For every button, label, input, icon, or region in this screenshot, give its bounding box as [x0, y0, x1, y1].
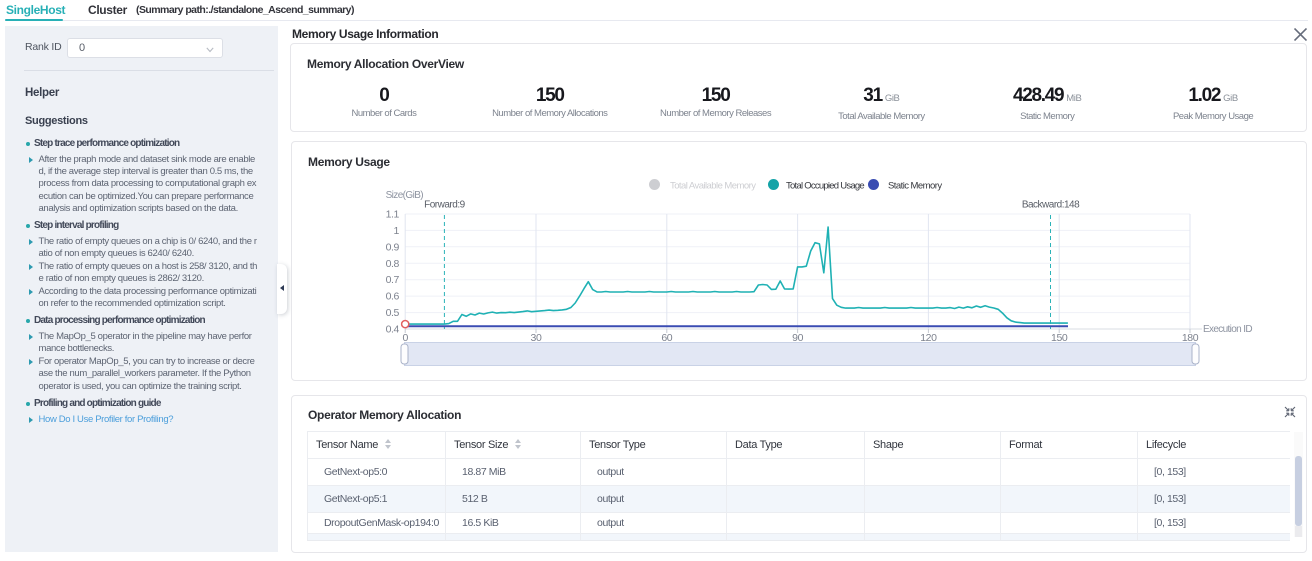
svg-text:0.5: 0.5: [386, 307, 400, 319]
svg-text:0.8: 0.8: [386, 258, 400, 270]
svg-text:Total Occupied Usage: Total Occupied Usage: [786, 181, 864, 192]
svg-text:0.7: 0.7: [386, 274, 400, 286]
svg-text:Total Available Memory: Total Available Memory: [670, 181, 756, 192]
svg-text:Size(GiB): Size(GiB): [386, 190, 424, 201]
svg-text:Static Memory: Static Memory: [888, 181, 942, 192]
svg-text:Backward:148: Backward:148: [1022, 200, 1080, 211]
svg-text:0.9: 0.9: [386, 241, 400, 253]
svg-text:0.6: 0.6: [386, 291, 400, 303]
svg-text:0.4: 0.4: [386, 324, 400, 336]
svg-text:Execution ID: Execution ID: [1203, 324, 1252, 335]
svg-text:1: 1: [394, 225, 400, 237]
svg-text:1.1: 1.1: [386, 209, 400, 221]
svg-text:Forward:9: Forward:9: [424, 200, 465, 211]
